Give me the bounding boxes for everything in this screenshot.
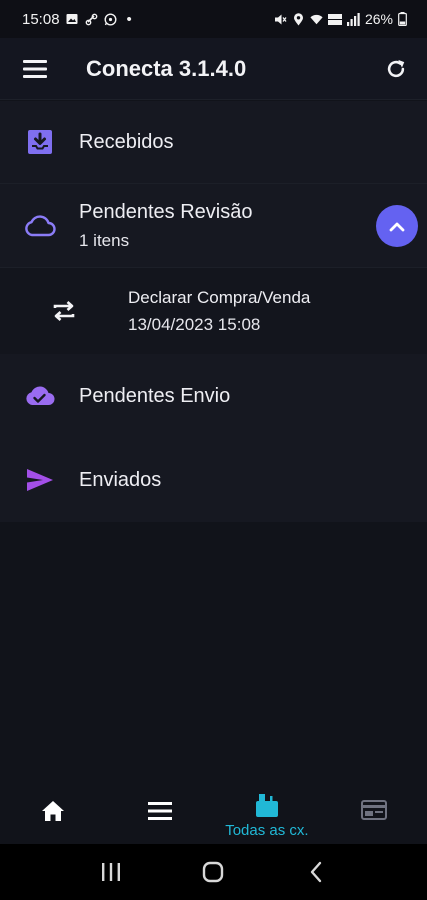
photo-icon	[66, 13, 79, 26]
list-item-declarar-compra-venda[interactable]: Declarar Compra/Venda 13/04/2023 15:08	[0, 268, 427, 354]
inbox-icon	[27, 130, 52, 154]
status-dot: •	[126, 10, 132, 28]
list-icon	[148, 802, 173, 820]
battery-percent: 26%	[364, 11, 393, 27]
child-item-date: 13/04/2023 15:08	[128, 314, 261, 334]
lte-icon	[327, 13, 342, 26]
recents-icon	[102, 863, 121, 881]
send-icon	[26, 469, 53, 491]
nav-home[interactable]	[0, 782, 107, 844]
list-item-label: Pendentes Envio	[79, 384, 231, 407]
collapse-button[interactable]	[376, 205, 418, 247]
recents-button[interactable]	[91, 852, 131, 892]
list-item-label: Pendentes Revisão	[79, 200, 253, 223]
app-screen: 15:08 • 26% Conecta 3.1.4.0 Recebidos Pe…	[0, 0, 427, 900]
item-count: 1 itens	[79, 230, 130, 250]
whatsapp-icon	[104, 12, 117, 26]
app-bar: Conecta 3.1.4.0	[0, 38, 427, 100]
hamburger-icon	[23, 59, 47, 78]
bottom-navigation: Todas as cx.	[0, 782, 427, 844]
mute-icon	[274, 13, 287, 26]
battery-icon	[398, 12, 407, 26]
mailbox-icon	[255, 794, 278, 817]
status-bar: 15:08 • 26%	[0, 0, 427, 38]
swap-icon	[53, 301, 75, 321]
cloud-outline-icon	[24, 214, 56, 236]
list-item-recebidos[interactable]: Recebidos	[0, 101, 427, 184]
refresh-icon	[387, 59, 405, 77]
nav-card[interactable]	[320, 782, 427, 844]
wifi-icon	[310, 13, 323, 26]
app-title: Conecta 3.1.4.0	[86, 55, 247, 81]
list-item-label: Enviados	[79, 468, 162, 491]
list-item-label: Recebidos	[79, 130, 174, 153]
status-time: 15:08	[22, 10, 60, 28]
home-button[interactable]	[193, 852, 233, 892]
child-item-label: Declarar Compra/Venda	[128, 287, 311, 307]
hamburger-menu-button[interactable]	[0, 38, 70, 100]
system-home-icon	[203, 861, 224, 883]
location-icon	[292, 12, 305, 26]
list-item-enviados[interactable]: Enviados	[0, 438, 427, 522]
signal-icon	[346, 12, 360, 26]
back-icon	[310, 861, 322, 883]
link-icon	[85, 13, 98, 26]
list-item-pendentes-envio[interactable]: Pendentes Envio	[0, 354, 427, 438]
refresh-button[interactable]	[365, 38, 427, 100]
mailbox-list: Recebidos Pendentes Revisão 1 itens Decl…	[0, 101, 427, 522]
card-icon	[360, 800, 387, 820]
list-item-pendentes-revisao[interactable]: Pendentes Revisão 1 itens	[0, 184, 427, 268]
nav-todas-caixas[interactable]: Todas as cx.	[214, 782, 321, 844]
nav-label-todas: Todas as cx.	[225, 822, 309, 839]
home-icon	[42, 801, 65, 821]
nav-list[interactable]	[107, 782, 214, 844]
back-button[interactable]	[296, 852, 336, 892]
system-navigation-bar	[0, 844, 427, 900]
chevron-up-icon	[389, 222, 405, 231]
cloud-check-icon	[25, 386, 54, 405]
